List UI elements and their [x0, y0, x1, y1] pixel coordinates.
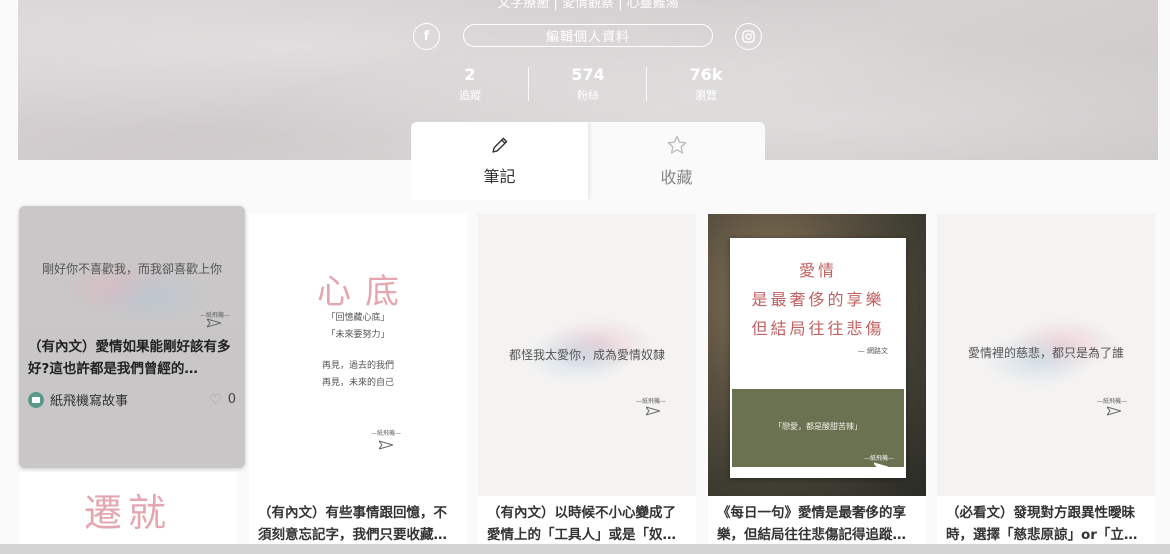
note-cover: 愛情裡的慈悲，都只是為了誰 —紙飛機— — [937, 214, 1155, 496]
cover-line: 再見，過去的我們 — [321, 361, 394, 371]
tab-notes[interactable]: 筆記 — [411, 122, 588, 200]
stat-following[interactable]: 2 追蹤 — [425, 65, 515, 103]
cover-signature: —紙飛機— — [1097, 398, 1128, 405]
stat-divider — [646, 67, 647, 101]
poem-line: 是最奢侈的享樂 — [751, 290, 885, 309]
stat-views: 76k 瀏覽 — [661, 65, 751, 103]
cover-signature: —紙飛機— — [371, 430, 402, 437]
poem-author: — 網路文 — [857, 347, 888, 355]
note-title[interactable]: （必看文）發現對方跟異性曖昧時，選擇「慈悲原諒」or「立… — [937, 502, 1155, 546]
stat-views-label: 瀏覽 — [695, 89, 717, 102]
author-name[interactable]: 紙飛機寫故事 — [50, 390, 128, 409]
facebook-icon[interactable]: f — [413, 23, 440, 50]
tab-notes-label: 筆記 — [483, 167, 516, 186]
note-meta: 紙飛機寫故事 ♡ 0 — [19, 390, 245, 409]
instagram-icon[interactable] — [735, 23, 762, 50]
note-card[interactable]: 都怪我太愛你，成為愛情奴隸 —紙飛機— （有內文）以時候不小心變成了愛情上的「工… — [478, 214, 696, 554]
cover-line: 「回憶藏心底」 — [326, 313, 390, 323]
note-title[interactable]: （有內文）有些事情跟回憶，不須刻意忘記字，我們只要收藏… — [249, 502, 467, 546]
paper-plane-icon — [207, 318, 221, 328]
cover-heading: 心底 — [317, 272, 413, 312]
paper-plane-icon — [1107, 406, 1121, 416]
cover-line: 「未來要努力」 — [326, 330, 390, 340]
stat-following-label: 追蹤 — [459, 89, 481, 102]
note-cover: 都怪我太愛你，成為愛情奴隸 —紙飛機— — [478, 214, 696, 496]
pencil-icon — [491, 137, 507, 153]
note-card[interactable]: 心底 「回憶藏心底」 「未來要努力」 再見，過去的我們 再見，未來的自己 —紙飛… — [249, 214, 467, 554]
note-title[interactable]: 《每日一句》愛情是最奢侈的享樂，但結局往往悲傷記得追蹤… — [708, 502, 926, 546]
author-avatar[interactable] — [28, 391, 44, 408]
instagram-glyph — [742, 30, 755, 43]
like-count: 0 — [227, 392, 236, 407]
stat-followers-label: 粉絲 — [577, 89, 599, 102]
tab-favorites[interactable]: 收藏 — [588, 122, 765, 200]
profile-bio: 文字療癒 | 愛情觀察 | 心靈雞湯 — [497, 0, 679, 11]
poem-line: 愛情 — [798, 261, 837, 280]
cover-line: 再見，未來的自己 — [321, 378, 394, 388]
stat-followers[interactable]: 574 粉絲 — [543, 65, 633, 103]
cover-signature: —紙飛機— — [636, 398, 667, 405]
stat-divider — [528, 67, 529, 101]
cover-quote: 愛情裡的慈悲，都只是為了誰 — [967, 346, 1124, 360]
facebook-glyph: f — [423, 29, 430, 44]
profile-tabs: 筆記 收藏 — [411, 122, 765, 200]
star-icon — [667, 135, 686, 154]
note-card[interactable]: 遷就 — [19, 472, 237, 554]
note-title[interactable]: （有內文）愛情如果能剛好該有多好?這也許都是我們曾經的… — [19, 336, 245, 380]
poem-caption: 「戀愛，都是酸甜苦辣」 — [774, 422, 862, 431]
cover-signature: —紙飛機— — [864, 455, 895, 462]
cover-quote: 剛好你不喜歡我，而我卻喜歡上你 — [41, 262, 222, 276]
poem-line: 但結局往往悲傷 — [751, 319, 885, 338]
horizontal-scrollbar[interactable] — [0, 544, 1170, 554]
paper-plane-icon — [874, 462, 888, 472]
poem-text: 愛情 是最奢侈的享樂 但結局往往悲傷 — [730, 256, 906, 343]
paper-plane-icon — [646, 406, 660, 416]
note-title[interactable]: （有內文）以時候不小心變成了愛情上的「工具人」或是「奴… — [478, 502, 696, 546]
cover-heading: 遷就 — [83, 491, 172, 535]
note-card[interactable]: 剛好你不喜歡我，而我卻喜歡上你 —紙飛機— （有內文）愛情如果能剛好該有多好?這… — [19, 206, 245, 468]
note-cover: 愛情 是最奢侈的享樂 但結局往往悲傷 — 網路文 「戀愛，都是酸甜苦辣」 —紙飛… — [708, 214, 926, 496]
tab-favorites-label: 收藏 — [660, 168, 693, 187]
paper-plane-icon — [379, 440, 393, 450]
stat-views-count: 76k — [689, 65, 723, 84]
cover-quote: 都怪我太愛你，成為愛情奴隸 — [508, 348, 665, 362]
note-cover: 剛好你不喜歡我，而我卻喜歡上你 —紙飛機— — [19, 206, 245, 328]
heart-icon: ♡ — [209, 391, 222, 408]
note-cover: 心底 「回憶藏心底」 「未來要努力」 再見，過去的我們 再見，未來的自己 —紙飛… — [249, 214, 467, 496]
edit-profile-button[interactable]: 編輯個人資料 — [463, 24, 713, 47]
stat-followers-count: 574 — [571, 65, 605, 84]
note-card[interactable]: 愛情 是最奢侈的享樂 但結局往往悲傷 — 網路文 「戀愛，都是酸甜苦辣」 —紙飛… — [708, 214, 926, 554]
poem-paper: 愛情 是最奢侈的享樂 但結局往往悲傷 — 網路文 「戀愛，都是酸甜苦辣」 —紙飛… — [730, 238, 906, 478]
olive-panel: 「戀愛，都是酸甜苦辣」 —紙飛機— — [732, 389, 904, 467]
like-button[interactable]: ♡ 0 — [209, 392, 236, 408]
stat-following-count: 2 — [464, 65, 476, 84]
note-card[interactable]: 愛情裡的慈悲，都只是為了誰 —紙飛機— （必看文）發現對方跟異性曖昧時，選擇「慈… — [937, 214, 1155, 554]
note-cover: 遷就 — [19, 472, 237, 554]
cover-lines: 「回憶藏心底」 「未來要努力」 再見，過去的我們 再見，未來的自己 — [249, 310, 467, 392]
